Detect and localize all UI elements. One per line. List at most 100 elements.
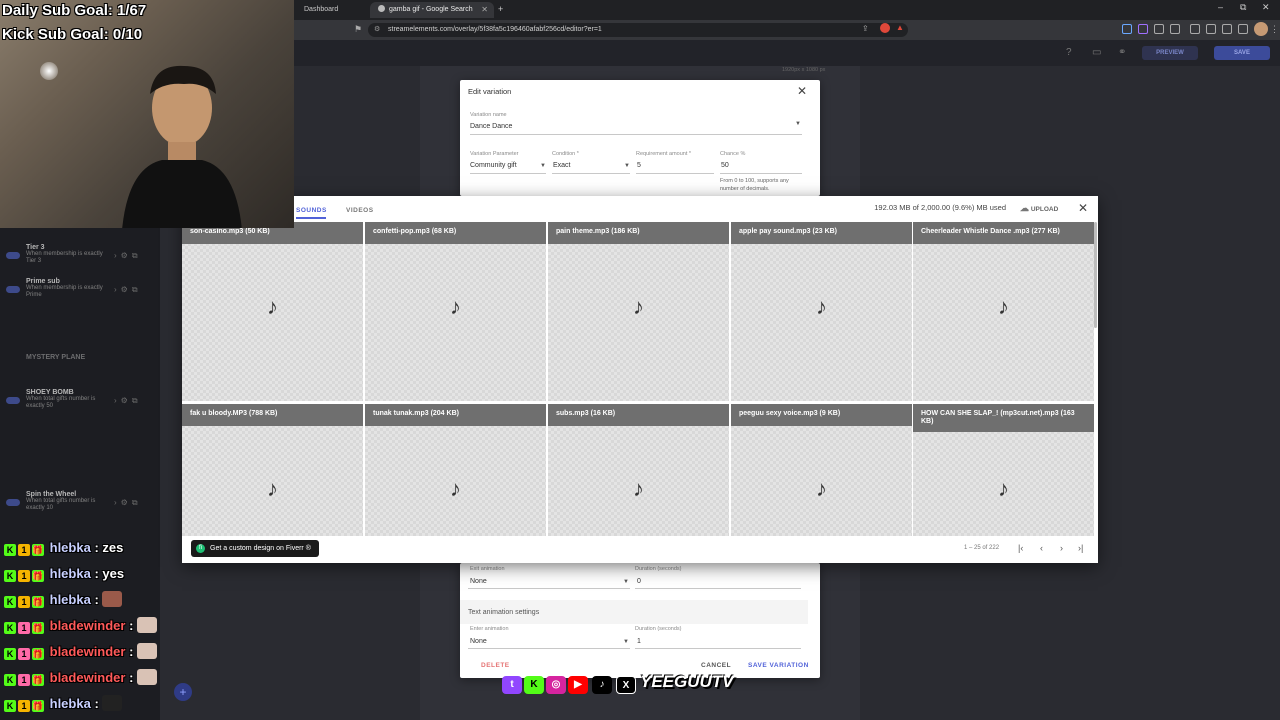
profile-avatar[interactable] bbox=[1254, 22, 1268, 36]
close-dialog-icon[interactable]: ✕ bbox=[797, 85, 807, 97]
chat-emote bbox=[102, 695, 123, 711]
next-page-icon[interactable]: › bbox=[1060, 543, 1063, 553]
first-page-icon[interactable]: |‹ bbox=[1018, 543, 1023, 553]
new-tab-button[interactable]: + bbox=[498, 4, 503, 14]
chat-message: K 1 🎁 hlebka : bbox=[4, 590, 123, 610]
toggle-spin-the-wheel[interactable] bbox=[6, 499, 20, 506]
preview-button[interactable]: PREVIEW bbox=[1142, 46, 1198, 60]
sidebar-item-shoey-bomb[interactable]: SHOEY BOMB When total gifts number is exa… bbox=[26, 389, 106, 410]
extension-1-icon[interactable] bbox=[1122, 24, 1132, 34]
requirement-amount-label: Requirement amount * bbox=[636, 151, 692, 157]
channel-handle: YEEGUUTV bbox=[640, 672, 734, 691]
chevron-down-icon[interactable]: ▼ bbox=[540, 163, 546, 169]
sidebar-item-mystery-plane[interactable]: MYSTERY PLANE bbox=[26, 354, 106, 361]
close-library-icon[interactable]: ✕ bbox=[1078, 202, 1088, 214]
gift-badge-icon: 🎁 bbox=[32, 648, 44, 660]
library-scrollbar[interactable] bbox=[1094, 222, 1097, 328]
chance-input[interactable]: 50 bbox=[721, 162, 729, 169]
exit-animation-select[interactable]: None bbox=[470, 578, 487, 585]
kick-badge-icon: K bbox=[4, 544, 16, 556]
extension-icon[interactable] bbox=[880, 23, 890, 33]
help-icon[interactable]: ? bbox=[1066, 47, 1072, 58]
sidebar-item-prime-sub[interactable]: Prime sub When membership is exactly Prim… bbox=[26, 278, 106, 299]
bookmark-icon[interactable]: ⚑ bbox=[354, 24, 362, 35]
chevron-down-icon[interactable]: ▼ bbox=[795, 121, 801, 127]
sub-badge-icon: 1 bbox=[18, 544, 30, 556]
sound-tile[interactable]: son-casino.mp3 (50 KB) ♪ bbox=[182, 222, 363, 401]
download-icon[interactable] bbox=[1190, 24, 1200, 34]
site-info-icon[interactable]: ⚙ bbox=[374, 25, 380, 33]
tab-google-search[interactable]: gamba gif - Google Search ✕ bbox=[370, 2, 494, 18]
chevron-down-icon[interactable]: ▼ bbox=[623, 639, 629, 645]
alert-extension-icon[interactable]: ▲ bbox=[896, 23, 904, 32]
sound-tile[interactable]: Cheerleader Whistle Dance .mp3 (277 KB) … bbox=[913, 222, 1094, 401]
address-bar[interactable]: streamelements.com/overlay/5f38fa5c19646… bbox=[368, 23, 908, 37]
close-window-button[interactable]: ✕ bbox=[1262, 2, 1270, 13]
enter-animation-select[interactable]: None bbox=[470, 638, 487, 645]
sub-badge-icon: 1 bbox=[18, 674, 30, 686]
variation-name-field[interactable]: Dance Dance bbox=[470, 123, 512, 130]
chevron-down-icon[interactable]: ▼ bbox=[624, 163, 630, 169]
variation-parameter-select[interactable]: Community gift bbox=[470, 162, 517, 169]
toggle-tier-3[interactable] bbox=[6, 252, 20, 259]
screenshot-icon[interactable] bbox=[1206, 24, 1216, 34]
extensions-puzzle-icon[interactable] bbox=[1154, 24, 1164, 34]
save-overlay-button[interactable]: SAVE bbox=[1214, 46, 1270, 60]
sidebar-item-controls[interactable]: ›⚙⧉ bbox=[114, 396, 154, 406]
monitor-icon[interactable]: ▭ bbox=[1092, 47, 1101, 58]
sound-tile[interactable]: confetti-pop.mp3 (68 KB) ♪ bbox=[365, 222, 546, 401]
chat-emote bbox=[137, 617, 158, 633]
enter-duration-input[interactable]: 1 bbox=[637, 638, 641, 645]
delete-variation-button[interactable]: DELETE bbox=[481, 662, 510, 669]
sound-tile[interactable]: HOW CAN SHE SLAP_! (mp3cut.net).mp3 (163… bbox=[913, 404, 1094, 536]
prev-page-icon[interactable]: ‹ bbox=[1040, 543, 1043, 553]
sound-file-name: peeguu sexy voice.mp3 (9 KB) bbox=[731, 404, 912, 426]
condition-select[interactable]: Exact bbox=[553, 162, 571, 169]
requirement-amount-input[interactable]: 5 bbox=[637, 162, 641, 169]
toggle-prime-sub[interactable] bbox=[6, 286, 20, 293]
sound-tile[interactable]: apple pay sound.mp3 (23 KB) ♪ bbox=[731, 222, 912, 401]
tab-videos[interactable]: VIDEOS bbox=[346, 207, 374, 214]
field-underline bbox=[552, 173, 630, 174]
tab-dashboard[interactable]: Dashboard bbox=[296, 2, 370, 18]
sound-tile[interactable]: subs.mp3 (16 KB) ♪ bbox=[548, 404, 729, 536]
sidebar-panel-icon[interactable] bbox=[1170, 24, 1180, 34]
fiverr-promo-button[interactable]: fi Get a custom design on Fiverr ® bbox=[191, 540, 319, 557]
music-note-icon: ♪ bbox=[816, 476, 827, 501]
maximize-button[interactable]: ⧉ bbox=[1240, 2, 1246, 13]
link-icon[interactable]: ⚭ bbox=[1118, 47, 1126, 58]
x-icon: X bbox=[616, 676, 636, 694]
chat-username: hlebka bbox=[49, 540, 91, 555]
sound-tile[interactable]: peeguu sexy voice.mp3 (9 KB) ♪ bbox=[731, 404, 912, 536]
chevron-down-icon[interactable]: ▼ bbox=[623, 579, 629, 585]
minimize-button[interactable]: – bbox=[1218, 2, 1223, 12]
chat-message: K 1 🎁 bladewinder : bbox=[4, 642, 158, 662]
exit-duration-input[interactable]: 0 bbox=[637, 578, 641, 585]
cancel-button[interactable]: CANCEL bbox=[701, 662, 731, 669]
extension-2-icon[interactable] bbox=[1138, 24, 1148, 34]
sidebar-item-controls[interactable]: ›⚙⧉ bbox=[114, 251, 154, 261]
share-icon[interactable]: ⇪ bbox=[862, 24, 869, 33]
kick-badge-icon: K bbox=[4, 622, 16, 634]
sub-badge-icon: 1 bbox=[18, 648, 30, 660]
sound-tile[interactable]: pain theme.mp3 (186 KB) ♪ bbox=[548, 222, 729, 401]
sidebar-item-tier-3[interactable]: Tier 3 When membership is exactly Tier 3 bbox=[26, 244, 106, 265]
sidebar-item-controls[interactable]: ›⚙⧉ bbox=[114, 285, 154, 295]
field-underline bbox=[470, 134, 802, 135]
upload-button[interactable]: ☁ UPLOAD bbox=[1020, 203, 1058, 214]
sound-tile[interactable]: fak u bloody.MP3 (788 KB) ♪ bbox=[182, 404, 363, 536]
sidebar-item-controls[interactable]: ›⚙⧉ bbox=[114, 498, 154, 508]
split-view-icon[interactable] bbox=[1222, 24, 1232, 34]
last-page-icon[interactable]: ›| bbox=[1078, 543, 1083, 553]
sidebar-item-spin-the-wheel[interactable]: Spin the Wheel When total gifts number is… bbox=[26, 491, 106, 512]
music-note-icon: ♪ bbox=[267, 476, 278, 501]
toggle-shoey-bomb[interactable] bbox=[6, 397, 20, 404]
browser-menu-icon[interactable]: ⋮ bbox=[1270, 24, 1279, 35]
save-variation-button[interactable]: SAVE VARIATION bbox=[748, 662, 809, 669]
chat-text: : bbox=[129, 644, 134, 659]
sound-tile[interactable]: tunak tunak.mp3 (204 KB) ♪ bbox=[365, 404, 546, 536]
add-widget-button[interactable]: + bbox=[174, 683, 192, 701]
close-tab-icon[interactable]: ✕ bbox=[481, 2, 488, 18]
tab-sounds[interactable]: SOUNDS bbox=[296, 207, 327, 214]
tab-manager-icon[interactable] bbox=[1238, 24, 1248, 34]
